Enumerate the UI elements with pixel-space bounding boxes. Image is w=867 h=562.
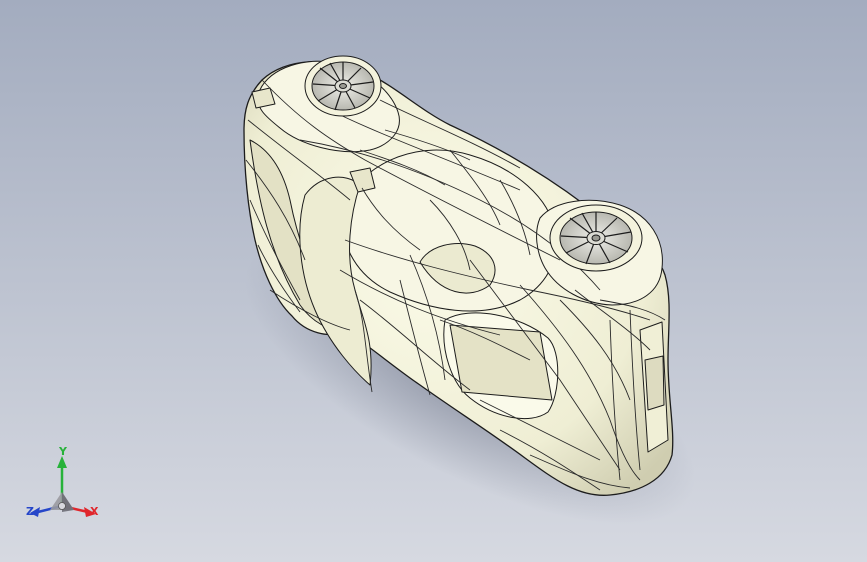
coordinate-triad[interactable]: Y X Z [22,446,106,526]
triad-x-label: X [90,505,99,518]
triad-origin [50,492,74,512]
front-wheel[interactable] [304,55,382,117]
model-view[interactable] [0,0,867,562]
rear-vent [449,324,553,401]
triad-z-label: Z [26,505,34,518]
triad-y-label: Y [59,445,67,458]
rear-light [644,355,665,411]
rear-wheel[interactable] [549,204,643,272]
graphics-viewport[interactable]: Y X Z [0,0,867,562]
